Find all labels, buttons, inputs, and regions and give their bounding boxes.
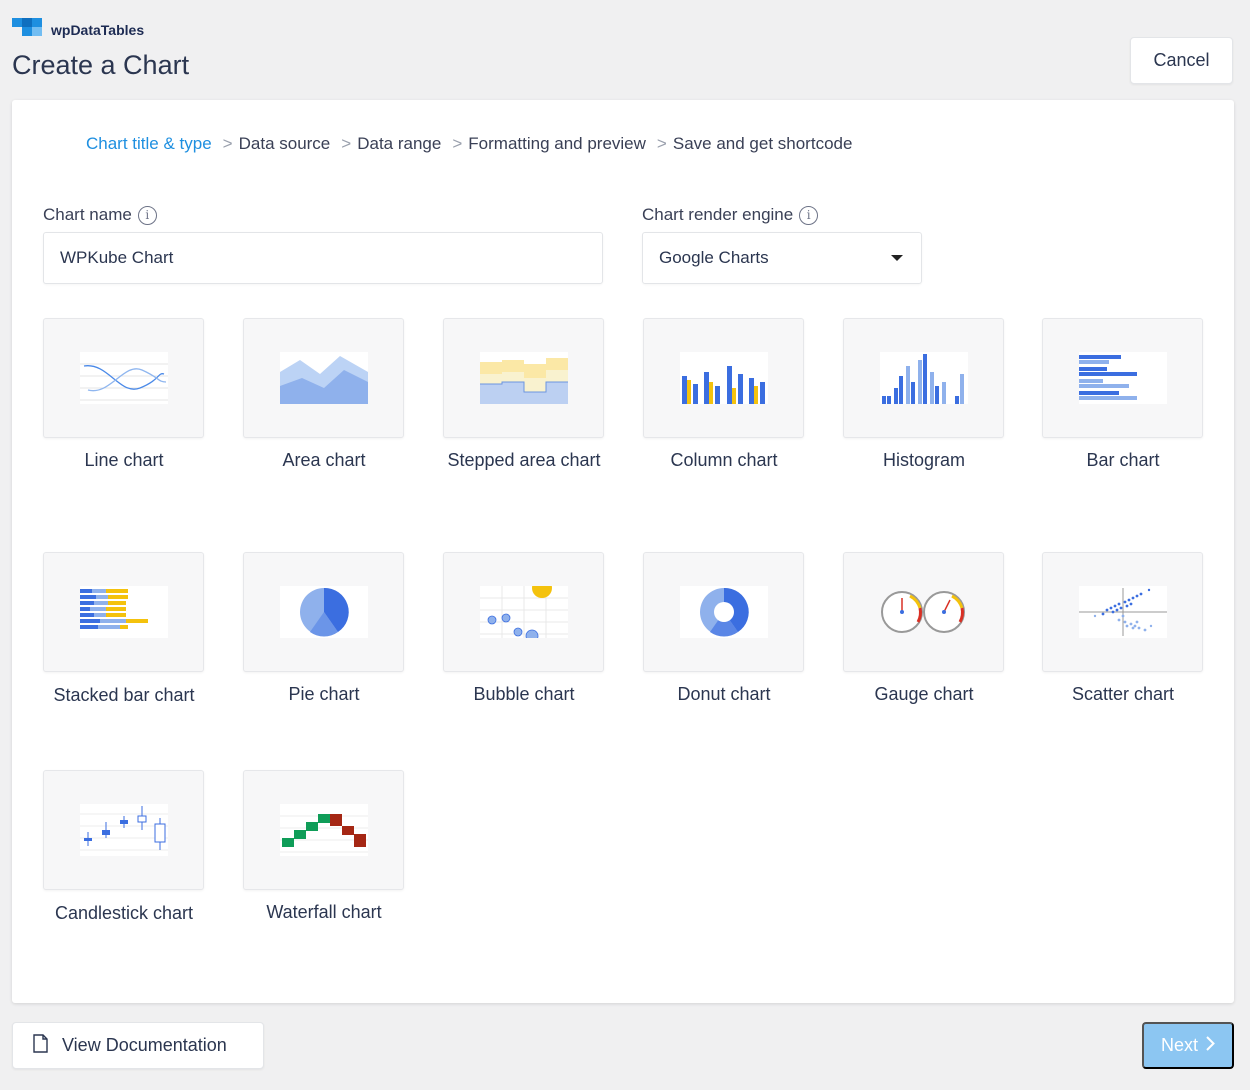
chart-type-thumb[interactable] bbox=[43, 318, 204, 438]
chart-type-gauge[interactable]: Gauge chart bbox=[843, 552, 1005, 704]
document-icon bbox=[33, 1033, 48, 1058]
chart-type-donut[interactable]: Donut chart bbox=[643, 552, 805, 704]
page-title: Create a Chart bbox=[12, 50, 190, 80]
chart-type-thumb[interactable] bbox=[443, 318, 604, 438]
chart-type-thumb[interactable] bbox=[243, 770, 404, 890]
chart-type-label: Gauge chart bbox=[874, 684, 974, 704]
step-chart-title-type[interactable]: Chart title & type bbox=[86, 134, 212, 154]
column-chart-icon bbox=[679, 352, 768, 404]
chart-name-input[interactable] bbox=[43, 232, 603, 284]
brand: wpDataTables bbox=[12, 16, 144, 43]
next-button[interactable]: Next bbox=[1142, 1022, 1234, 1069]
chart-type-histogram[interactable]: Histogram bbox=[843, 318, 1005, 470]
chart-type-thumb[interactable] bbox=[843, 552, 1004, 672]
chart-type-label: Pie chart bbox=[288, 684, 360, 704]
chart-type-label: Histogram bbox=[882, 450, 966, 470]
chart-type-thumb[interactable] bbox=[443, 552, 604, 672]
chart-type-thumb[interactable] bbox=[843, 318, 1004, 438]
pie-chart-icon bbox=[279, 586, 368, 638]
stepped-area-chart-icon bbox=[479, 352, 568, 404]
chart-type-bar[interactable]: Bar chart bbox=[1042, 318, 1204, 470]
view-documentation-button[interactable]: View Documentation bbox=[12, 1022, 264, 1069]
chart-name-label-text: Chart name bbox=[43, 205, 132, 224]
chart-type-pie[interactable]: Pie chart bbox=[243, 552, 405, 704]
scatter-chart-icon bbox=[1078, 586, 1167, 638]
chart-type-thumb[interactable] bbox=[1042, 318, 1203, 438]
step-separator: > bbox=[341, 134, 352, 153]
chart-type-label: Stepped area chart bbox=[447, 450, 601, 470]
caret-down-icon bbox=[891, 255, 903, 261]
area-chart-icon bbox=[279, 352, 368, 404]
chart-type-label: Donut chart bbox=[677, 684, 771, 704]
info-icon[interactable]: i bbox=[137, 205, 157, 225]
step-separator: > bbox=[656, 134, 667, 153]
brand-name: wpDataTables bbox=[51, 21, 145, 38]
chart-type-area[interactable]: Area chart bbox=[243, 318, 405, 470]
info-icon[interactable]: i bbox=[799, 205, 819, 225]
chart-type-label: Bubble chart bbox=[473, 684, 575, 704]
cancel-button[interactable]: Cancel bbox=[1130, 37, 1233, 84]
step-formatting-preview[interactable]: Formatting and preview bbox=[468, 134, 646, 154]
render-engine-label: Chart render engine i bbox=[642, 205, 819, 225]
next-label: Next bbox=[1160, 1035, 1198, 1055]
step-data-source[interactable]: Data source bbox=[239, 134, 331, 154]
wizard-steps: Chart title & type > Data source > Data … bbox=[86, 134, 852, 154]
step-separator: > bbox=[222, 134, 233, 153]
chart-type-label: Candlestick chart bbox=[54, 903, 194, 923]
donut-chart-icon bbox=[679, 586, 768, 638]
chart-type-scatter[interactable]: Scatter chart bbox=[1042, 552, 1204, 704]
wpdatatables-logo-icon bbox=[12, 16, 42, 43]
chart-type-thumb[interactable] bbox=[243, 552, 404, 672]
chart-type-label: Bar chart bbox=[1086, 450, 1160, 470]
chart-type-stacked-bar[interactable]: Stacked bar chart bbox=[43, 552, 205, 705]
chart-type-line[interactable]: Line chart bbox=[43, 318, 205, 470]
chart-type-thumb[interactable] bbox=[43, 770, 204, 890]
chart-type-thumb[interactable] bbox=[1042, 552, 1203, 672]
chart-type-label: Stacked bar chart bbox=[53, 685, 195, 705]
candlestick-chart-icon bbox=[79, 804, 168, 856]
chart-type-column[interactable]: Column chart bbox=[643, 318, 805, 470]
bubble-chart-icon bbox=[479, 586, 568, 638]
chart-type-label: Scatter chart bbox=[1071, 684, 1175, 704]
render-engine-label-text: Chart render engine bbox=[642, 205, 794, 224]
render-engine-select[interactable]: Google Charts bbox=[642, 232, 922, 284]
chart-type-waterfall[interactable]: Waterfall chart bbox=[243, 770, 405, 922]
stacked-bar-chart-icon bbox=[79, 586, 168, 638]
bar-chart-icon bbox=[1078, 352, 1167, 404]
chart-type-bubble[interactable]: Bubble chart bbox=[443, 552, 605, 704]
chart-type-label: Waterfall chart bbox=[266, 902, 382, 922]
wizard-card: Chart title & type > Data source > Data … bbox=[12, 100, 1234, 1003]
chart-type-stepped-area[interactable]: Stepped area chart bbox=[443, 318, 605, 470]
gauge-chart-icon bbox=[879, 586, 968, 638]
step-data-range[interactable]: Data range bbox=[357, 134, 441, 154]
chart-type-thumb[interactable] bbox=[643, 318, 804, 438]
chevron-right-icon bbox=[1206, 1035, 1215, 1056]
histogram-icon bbox=[879, 352, 968, 404]
chart-type-candlestick[interactable]: Candlestick chart bbox=[43, 770, 205, 923]
chart-type-label: Column chart bbox=[670, 450, 778, 470]
chart-type-label: Area chart bbox=[282, 450, 366, 470]
line-chart-icon bbox=[79, 352, 168, 404]
chart-type-thumb[interactable] bbox=[643, 552, 804, 672]
view-documentation-label: View Documentation bbox=[62, 1035, 227, 1055]
chart-type-thumb[interactable] bbox=[243, 318, 404, 438]
render-engine-value: Google Charts bbox=[659, 248, 769, 267]
step-save-shortcode[interactable]: Save and get shortcode bbox=[673, 134, 853, 154]
chart-type-thumb[interactable] bbox=[43, 552, 204, 672]
chart-type-label: Line chart bbox=[84, 450, 164, 470]
chart-name-label: Chart name i bbox=[43, 205, 157, 225]
step-separator: > bbox=[452, 134, 463, 153]
waterfall-chart-icon bbox=[279, 804, 368, 856]
